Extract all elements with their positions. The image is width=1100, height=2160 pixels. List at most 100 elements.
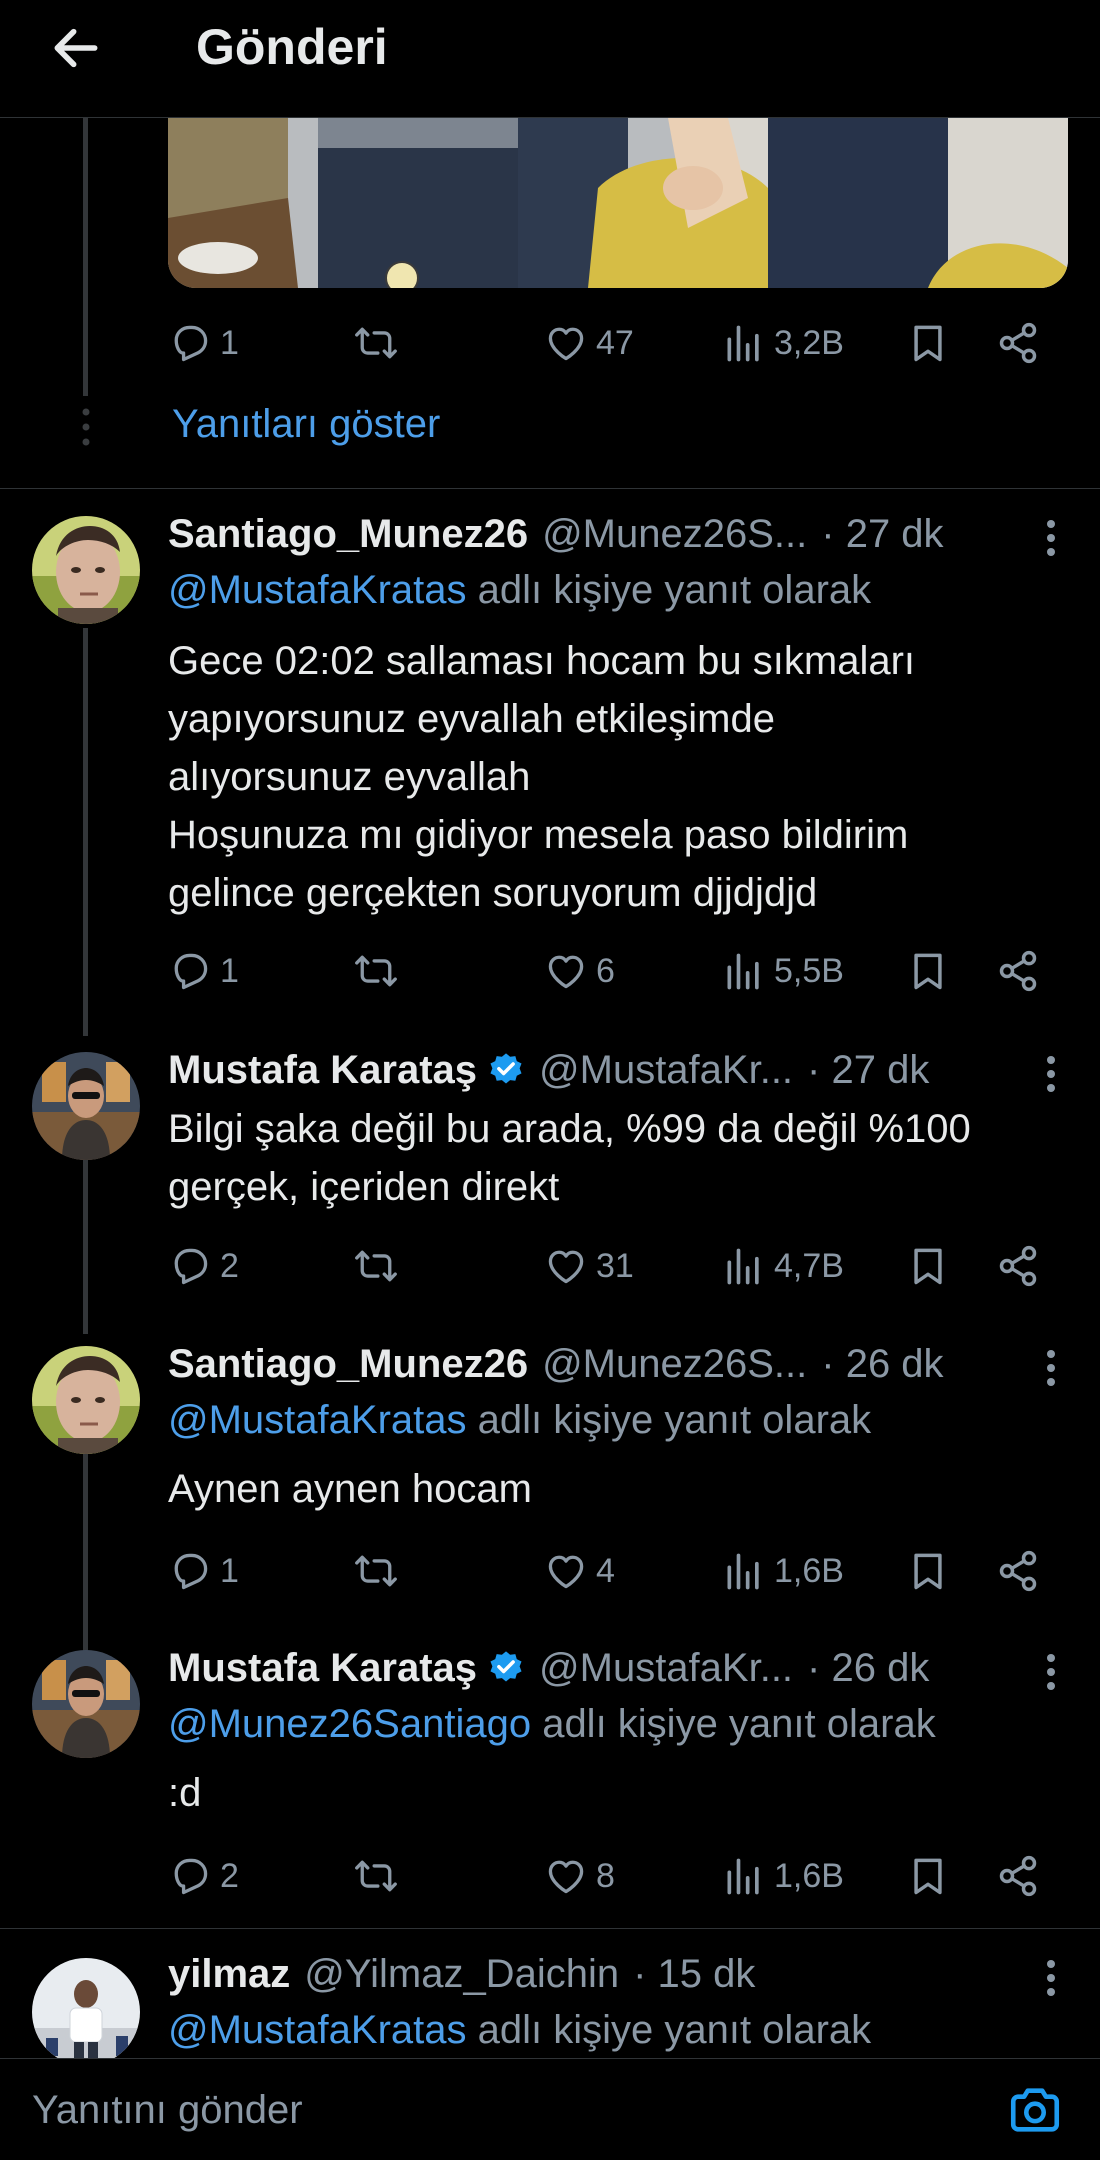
retweet-button[interactable]: [354, 1236, 406, 1296]
timestamp[interactable]: · 26 dk: [821, 1342, 943, 1387]
share-button[interactable]: [996, 1846, 1040, 1906]
display-name[interactable]: Santiago_Munez26: [168, 1342, 528, 1387]
views-icon: [722, 949, 766, 993]
more-options-icon[interactable]: [1046, 518, 1056, 558]
reply-context-text: adlı kişiye yanıt olarak: [466, 1398, 872, 1442]
more-options-icon[interactable]: [1046, 1348, 1056, 1388]
ellipsis-vertical-icon: [82, 408, 90, 446]
share-icon: [996, 1244, 1040, 1288]
timestamp[interactable]: · 15 dk: [633, 1952, 755, 1997]
avatar[interactable]: [32, 516, 140, 624]
retweet-button[interactable]: [354, 1846, 406, 1906]
user-handle[interactable]: @Yilmaz_Daichin: [304, 1952, 619, 1997]
views-count: 4,7B: [774, 1246, 844, 1285]
views-icon: [722, 1244, 766, 1288]
avatar[interactable]: [32, 1346, 140, 1454]
reply-count: 1: [220, 323, 239, 362]
camera-icon[interactable]: [1006, 2081, 1064, 2139]
reply-button[interactable]: 1: [168, 313, 239, 373]
like-button[interactable]: 6: [544, 941, 615, 1001]
share-button[interactable]: [996, 941, 1040, 1001]
display-name[interactable]: yilmaz: [168, 1952, 290, 1997]
user-handle[interactable]: @Munez26S...: [542, 512, 807, 557]
reply-context-text: adlı kişiye yanıt olarak: [466, 568, 872, 612]
reply-button[interactable]: 2: [168, 1236, 239, 1296]
share-button[interactable]: [996, 1541, 1040, 1601]
reply-button[interactable]: 2: [168, 1846, 239, 1906]
reply-context: @MustafaKratas adlı kişiye yanıt olarak: [168, 2008, 871, 2053]
verified-badge-icon: [487, 1649, 525, 1687]
show-replies-link[interactable]: Yanıtları göster: [172, 402, 440, 447]
share-button[interactable]: [996, 313, 1040, 373]
like-button[interactable]: 8: [544, 1846, 615, 1906]
reply-button[interactable]: 1: [168, 1541, 239, 1601]
tweet-text: Aynen aynen hocam: [168, 1467, 532, 1511]
tweet-header: Mustafa Karataş @MustafaKr... · 27 dk: [168, 1042, 1060, 1098]
bookmark-icon: [906, 1244, 950, 1288]
reply-icon: [168, 1854, 212, 1898]
reply-button[interactable]: 1: [168, 941, 239, 1001]
bookmark-icon: [906, 949, 950, 993]
like-count: 47: [596, 323, 634, 362]
mention-link[interactable]: @Munez26Santiago: [168, 1702, 531, 1746]
retweet-icon: [354, 1549, 398, 1593]
tweet-text: Gece 02:02 sallaması hocam bu sıkmaları …: [168, 639, 916, 915]
tweet-header: Mustafa Karataş @MustafaKr... · 26 dk: [168, 1640, 1060, 1696]
avatar[interactable]: [32, 1052, 140, 1160]
views-button[interactable]: 3,2B: [722, 313, 844, 373]
bookmark-button[interactable]: [906, 1846, 950, 1906]
views-icon: [722, 1854, 766, 1898]
display-name[interactable]: Santiago_Munez26: [168, 512, 528, 557]
share-button[interactable]: [996, 1236, 1040, 1296]
views-button[interactable]: 1,6B: [722, 1846, 844, 1906]
user-handle[interactable]: @MustafaKr...: [539, 1048, 793, 1093]
bookmark-button[interactable]: [906, 313, 950, 373]
more-options-icon[interactable]: [1046, 1958, 1056, 1998]
reply-input[interactable]: [32, 2079, 932, 2141]
like-button[interactable]: 31: [544, 1236, 634, 1296]
user-handle[interactable]: @Munez26S...: [542, 1342, 807, 1387]
display-name[interactable]: Mustafa Karataş: [168, 1048, 477, 1093]
retweet-button[interactable]: [354, 313, 406, 373]
views-button[interactable]: 5,5B: [722, 941, 844, 1001]
tweet-text: :d: [168, 1771, 202, 1815]
user-handle[interactable]: @MustafaKr...: [539, 1646, 793, 1691]
thread-line: [83, 1160, 88, 1334]
bookmark-button[interactable]: [906, 941, 950, 1001]
views-button[interactable]: 4,7B: [722, 1236, 844, 1296]
divider: [0, 1928, 1100, 1929]
mention-link[interactable]: @MustafaKratas: [168, 568, 467, 612]
mention-link[interactable]: @MustafaKratas: [168, 1398, 467, 1442]
reply-tweet[interactable]: yilmaz @Yilmaz_Daichin · 15 dk @MustafaK…: [0, 1946, 1100, 2058]
heart-icon: [544, 321, 588, 365]
timestamp[interactable]: · 26 dk: [807, 1646, 929, 1691]
retweet-button[interactable]: [354, 1541, 406, 1601]
back-arrow-icon[interactable]: [48, 20, 104, 76]
action-bar: 1 6 5,5B: [168, 941, 1078, 1001]
divider: [0, 488, 1100, 489]
tweet-header: yilmaz @Yilmaz_Daichin · 15 dk: [168, 1946, 1060, 2002]
display-name[interactable]: Mustafa Karataş: [168, 1646, 477, 1691]
bookmark-icon: [906, 1854, 950, 1898]
share-icon: [996, 321, 1040, 365]
verified-badge-icon: [487, 1051, 525, 1089]
retweet-button[interactable]: [354, 941, 406, 1001]
more-options-icon[interactable]: [1046, 1054, 1056, 1094]
views-count: 3,2B: [774, 323, 844, 362]
bookmark-button[interactable]: [906, 1236, 950, 1296]
post-image[interactable]: [168, 118, 1068, 288]
views-count: 5,5B: [774, 951, 844, 990]
like-button[interactable]: 4: [544, 1541, 615, 1601]
share-icon: [996, 1854, 1040, 1898]
action-bar: 2 31 4,7B: [168, 1236, 1078, 1296]
reply-icon: [168, 1244, 212, 1288]
bookmark-button[interactable]: [906, 1541, 950, 1601]
timestamp[interactable]: · 27 dk: [807, 1048, 929, 1093]
avatar[interactable]: [32, 1650, 140, 1758]
timestamp[interactable]: · 27 dk: [821, 512, 943, 557]
views-button[interactable]: 1,6B: [722, 1541, 844, 1601]
avatar[interactable]: [32, 1958, 140, 2058]
like-button[interactable]: 47: [544, 313, 634, 373]
mention-link[interactable]: @MustafaKratas: [168, 2008, 467, 2052]
more-options-icon[interactable]: [1046, 1652, 1056, 1692]
